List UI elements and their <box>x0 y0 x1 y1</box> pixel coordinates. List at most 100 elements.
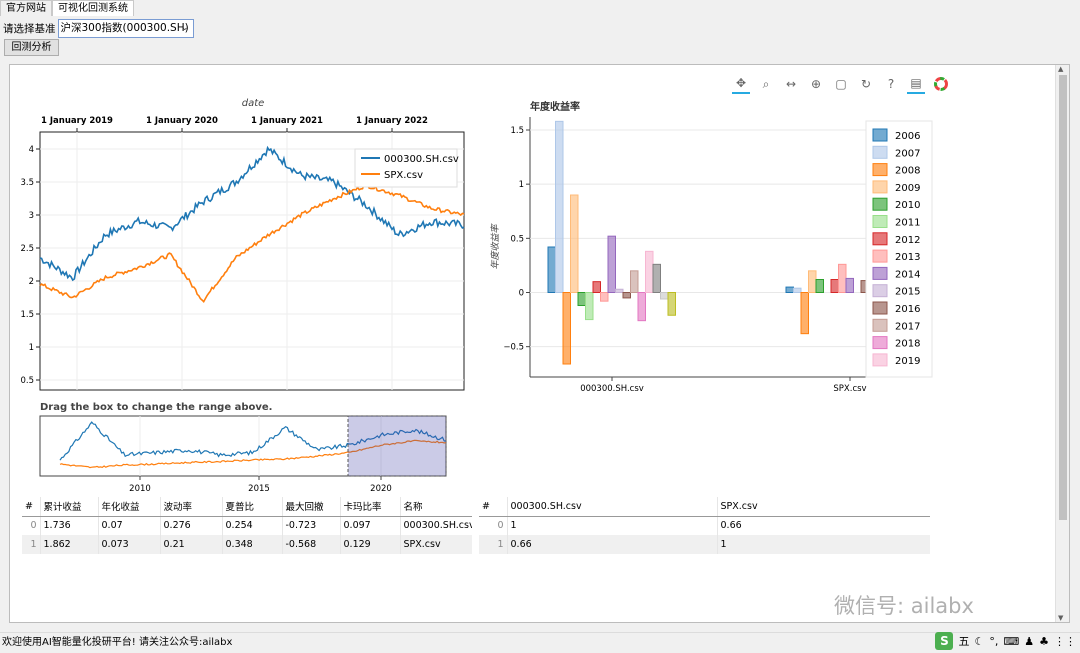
bar <box>800 292 809 335</box>
legend-label: 2016 <box>895 304 920 315</box>
x-tick-label: 2015 <box>248 484 270 494</box>
legend-swatch <box>872 232 888 246</box>
table-cell: SPX.csv <box>399 535 472 554</box>
tab-bar: 官方网站 可视化回测系统 <box>0 0 134 16</box>
x-tick-label: 000300.SH.csv <box>580 384 644 394</box>
stats-col-cumulative[interactable]: 累计收益 <box>39 497 98 517</box>
run-backtest-button[interactable]: 回测分析 <box>4 39 59 56</box>
table-cell: 1 <box>479 535 507 554</box>
table-cell: -0.723 <box>281 516 340 535</box>
y-tick-label: 2.5 <box>20 244 34 254</box>
legend-label: 2010 <box>895 200 920 211</box>
help-icon[interactable]: ? <box>882 74 900 94</box>
bar <box>547 246 556 293</box>
x-pan-icon[interactable]: ↔ <box>782 74 800 94</box>
legend-label: 2007 <box>895 148 920 159</box>
scroll-down-icon[interactable]: ▼ <box>1058 614 1063 622</box>
legend-label: 2008 <box>895 166 920 177</box>
table-row[interactable]: 1 1.862 0.073 0.21 0.348 -0.568 0.129 SP… <box>22 535 472 554</box>
top-tick-label: 1 January 2022 <box>356 116 428 126</box>
stats-col-drawdown[interactable]: 最大回撤 <box>281 497 340 517</box>
table-row[interactable]: 0 1 0.66 <box>479 516 930 535</box>
bar <box>793 287 802 294</box>
legend-swatch <box>872 336 888 350</box>
scroll-thumb[interactable] <box>1059 75 1067 520</box>
table-cell: 0.254 <box>221 516 282 535</box>
status-text: 欢迎使用AI智能量化投研平台! 请关注公众号:ailabx <box>2 637 233 648</box>
stats-header-row: # 累计收益 年化收益 波动率 夏普比 最大回撤 卡玛比率 名称 <box>22 497 472 517</box>
shirt-icon[interactable]: ♣ <box>1039 635 1049 648</box>
tab-backtest-system[interactable]: 可视化回测系统 <box>52 0 134 16</box>
table-cell: 0 <box>30 520 37 532</box>
table-cell: -0.568 <box>281 535 340 554</box>
bar <box>645 250 654 293</box>
y-tick-label: 1.5 <box>20 310 34 320</box>
stats-col-calmar[interactable]: 卡玛比率 <box>339 497 400 517</box>
user-icon[interactable]: ♟ <box>1024 635 1034 648</box>
bar <box>830 279 839 293</box>
price-line-chart[interactable]: date 1 January 2019 1 January 2020 1 Januar… <box>10 65 480 405</box>
table-cell: 1 <box>22 535 40 554</box>
table-cell: 0 <box>497 520 504 532</box>
corr-col-index[interactable]: # <box>479 497 507 517</box>
range-selector-chart[interactable]: Drag the box to change the range above. 2… <box>10 398 480 498</box>
wechat-watermark: 微信号: ailabx <box>834 594 974 618</box>
table-cell: 0.073 <box>97 535 160 554</box>
bokeh-logo-icon[interactable] <box>932 74 950 94</box>
corr-col-hs300[interactable]: 000300.SH.csv <box>506 497 717 517</box>
legend-label: 2015 <box>895 287 920 298</box>
chart-panel: date 1 January 2019 1 January 2020 1 Januar… <box>9 64 1070 623</box>
table-cell: 1 <box>506 516 717 535</box>
legend-swatch <box>872 145 888 159</box>
top-tick-label: 1 January 2021 <box>251 116 323 126</box>
benchmark-select-value: 沪深300指数(000300.SH) <box>60 22 189 34</box>
table-cell: 1.736 <box>39 516 98 535</box>
vertical-scrollbar[interactable]: ▲ ▼ <box>1055 65 1069 622</box>
pan-icon[interactable]: ✥ <box>732 74 750 94</box>
scroll-up-icon[interactable]: ▲ <box>1058 65 1063 73</box>
keyboard-icon[interactable]: ⌨ <box>1003 635 1019 648</box>
moon-icon[interactable]: ☾ <box>974 635 984 648</box>
legend-swatch <box>872 284 888 298</box>
table-cell: 0.129 <box>339 535 400 554</box>
benchmark-row: 请选择基准 沪深300指数(000300.SH) ⌄ <box>3 19 194 38</box>
table-cell: 000300.SH.csv <box>399 516 472 535</box>
legend-swatch <box>872 301 888 315</box>
legend-label: SPX.csv <box>384 170 423 181</box>
ime-mode[interactable]: 五 <box>958 633 969 649</box>
legend-label: 000300.SH.csv <box>384 154 459 165</box>
top-tick-label: 1 January 2019 <box>41 116 113 126</box>
wheel-zoom-icon[interactable]: ⊕ <box>807 74 825 94</box>
corr-header-row: # 000300.SH.csv SPX.csv <box>479 497 930 517</box>
annual-return-bar-chart[interactable]: 年度收益率 1.5 1 0.5 0 −0.5 年度收益率 000300.SH.csv SPX.c… <box>470 93 940 403</box>
grid-icon[interactable]: ⋮⋮ <box>1054 635 1076 648</box>
legend-swatch <box>872 180 888 194</box>
y-tick-label: 3.5 <box>20 178 34 188</box>
save-icon[interactable]: ▢ <box>832 74 850 94</box>
stats-col-volatility[interactable]: 波动率 <box>159 497 222 517</box>
stats-col-annual[interactable]: 年化收益 <box>97 497 160 517</box>
corr-col-spx[interactable]: SPX.csv <box>716 497 930 517</box>
table-row[interactable]: 1 0.66 1 <box>479 535 930 554</box>
table-row[interactable]: 0 1.736 0.07 0.276 0.254 -0.723 0.097 00… <box>22 516 472 535</box>
reset-icon[interactable]: ↻ <box>857 74 875 94</box>
stats-col-index[interactable]: # <box>22 497 40 517</box>
punct-icon[interactable]: °, <box>989 635 998 648</box>
legend-label: 2017 <box>895 321 920 332</box>
legend-label: 2013 <box>895 252 920 263</box>
stats-col-sharpe[interactable]: 夏普比 <box>221 497 282 517</box>
bar <box>845 277 854 294</box>
box-zoom-icon[interactable]: ⌕ <box>757 74 775 94</box>
hover-icon[interactable]: ▤ <box>907 74 925 94</box>
legend-swatch <box>872 128 888 142</box>
bar <box>838 263 847 293</box>
bar <box>562 292 571 365</box>
stats-col-name[interactable]: 名称 <box>399 497 472 517</box>
sogou-logo-icon[interactable]: S <box>935 632 954 650</box>
status-bar: 欢迎使用AI智能量化投研平台! 请关注公众号:ailabx <box>0 632 1080 652</box>
tab-official-site[interactable]: 官方网站 <box>0 0 52 16</box>
benchmark-select[interactable]: 沪深300指数(000300.SH) ⌄ <box>57 19 194 38</box>
x-tick-label: 2010 <box>129 484 151 494</box>
bar <box>585 292 594 321</box>
bar <box>652 263 661 293</box>
